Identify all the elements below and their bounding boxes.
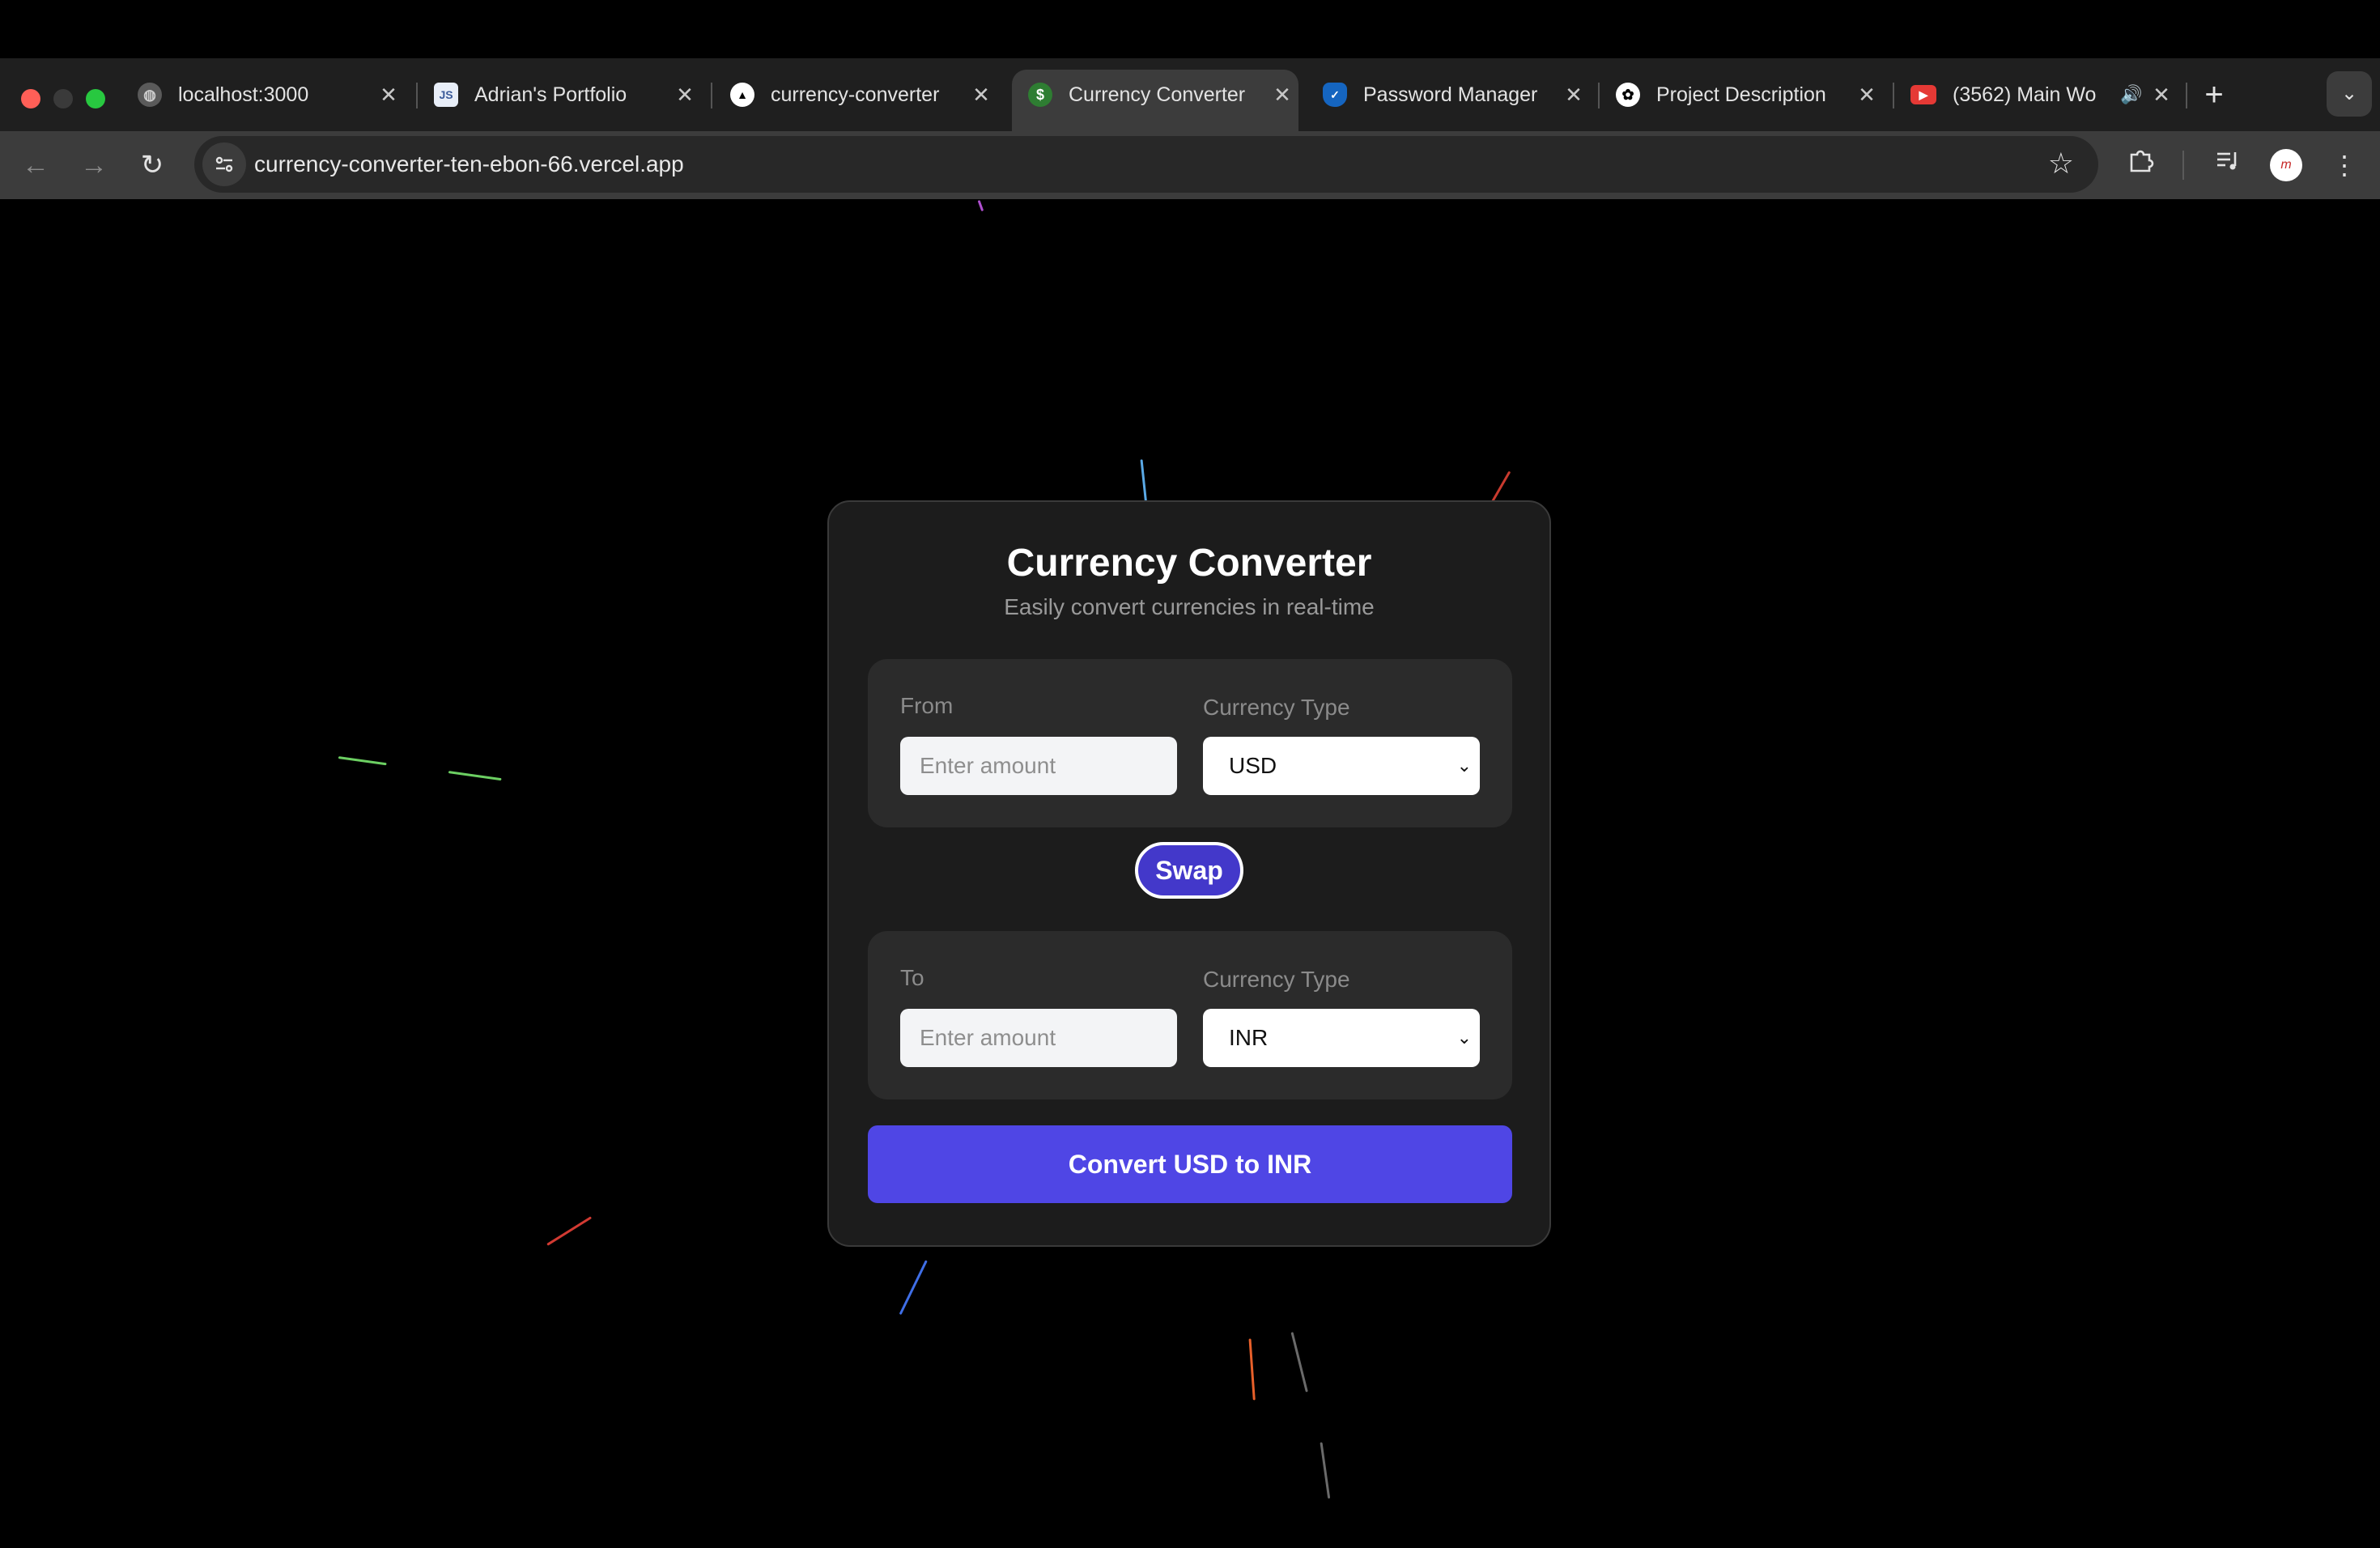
maximize-window-button[interactable] xyxy=(86,89,105,108)
tab-currency-converter-vercel[interactable]: ▲ currency-converter ✕ xyxy=(730,70,997,120)
from-currency-type-label: Currency Type xyxy=(1203,695,1350,720)
address-bar[interactable]: currency-converter-ten-ebon-66.vercel.ap… xyxy=(194,136,2098,193)
close-tab-icon[interactable]: ✕ xyxy=(372,83,405,108)
reload-button[interactable]: ↻ xyxy=(131,144,173,186)
tab-project-description[interactable]: ✿ Project Description ✕ xyxy=(1616,70,1883,120)
forward-button[interactable]: → xyxy=(73,144,115,186)
tab-localhost[interactable]: ◍ localhost:3000 ✕ xyxy=(138,70,405,120)
close-tab-icon[interactable]: ✕ xyxy=(669,83,701,108)
from-amount-input[interactable] xyxy=(900,737,1177,795)
tab-youtube[interactable]: ▶ (3562) Main Wo 🔊 ✕ xyxy=(1910,70,2178,120)
site-info-icon[interactable] xyxy=(202,142,246,186)
background-streak xyxy=(1290,1332,1308,1393)
extensions-icon[interactable] xyxy=(2119,144,2161,186)
from-currency-select[interactable]: USD ⌄ xyxy=(1203,737,1480,795)
close-tab-icon[interactable]: ✕ xyxy=(1266,83,1298,108)
chevron-down-icon: ⌄ xyxy=(1456,755,1472,776)
media-control-icon[interactable] xyxy=(2207,144,2249,186)
tab-separator xyxy=(416,83,418,108)
close-tab-icon[interactable]: ✕ xyxy=(965,83,997,108)
portfolio-icon: JS xyxy=(434,83,458,107)
more-menu-icon[interactable]: ⋮ xyxy=(2323,144,2365,186)
background-streak xyxy=(1248,1338,1256,1401)
to-panel: To Currency Type INR ⌄ xyxy=(868,931,1512,1099)
from-panel: From Currency Type USD ⌄ xyxy=(868,659,1512,827)
chevron-down-icon: ⌄ xyxy=(1456,1027,1472,1048)
tab-strip: ◍ localhost:3000 ✕ JS Adrian's Portfolio… xyxy=(0,58,2380,131)
swap-button[interactable]: Swap xyxy=(1135,842,1243,899)
page-subtitle: Easily convert currencies in real-time xyxy=(1004,594,1375,619)
tab-separator xyxy=(1598,83,1600,108)
url-text: currency-converter-ten-ebon-66.vercel.ap… xyxy=(254,151,684,176)
openai-icon: ✿ xyxy=(1616,83,1640,107)
tab-currency-converter[interactable]: $ Currency Converter ✕ xyxy=(1012,70,1298,131)
audio-playing-icon[interactable]: 🔊 xyxy=(2118,84,2145,105)
background-streak xyxy=(1320,1442,1331,1499)
page-title: Currency Converter xyxy=(1006,542,1372,585)
background-streak xyxy=(977,199,984,212)
bookmark-star-icon[interactable]: ☆ xyxy=(2048,147,2074,181)
toolbar-separator xyxy=(2182,151,2184,180)
vercel-icon: ▲ xyxy=(730,83,754,107)
to-amount-input[interactable] xyxy=(900,1009,1177,1067)
tab-separator xyxy=(1893,83,1894,108)
close-tab-icon[interactable]: ✕ xyxy=(1851,83,1883,108)
background-streak xyxy=(338,756,387,766)
to-label: To xyxy=(900,965,924,990)
converter-card: Currency Converter Easily convert curren… xyxy=(827,500,1551,1247)
tab-separator xyxy=(2186,83,2187,108)
background-streak xyxy=(546,1216,593,1246)
from-label: From xyxy=(900,693,954,718)
page-viewport: Currency Converter Easily convert curren… xyxy=(0,199,2380,1548)
tab-password-manager[interactable]: ✓ Password Manager ✕ xyxy=(1323,70,1590,120)
new-tab-button[interactable]: + xyxy=(2194,74,2234,115)
tab-adrians-portfolio[interactable]: JS Adrian's Portfolio ✕ xyxy=(434,70,701,120)
to-currency-type-label: Currency Type xyxy=(1203,967,1350,992)
tab-search-button[interactable]: ⌄ xyxy=(2327,71,2372,117)
background-streak xyxy=(899,1260,928,1316)
currency-icon: $ xyxy=(1028,83,1052,107)
to-currency-value: INR xyxy=(1229,1025,1269,1050)
youtube-icon: ▶ xyxy=(1910,85,1936,104)
close-window-button[interactable] xyxy=(21,89,40,108)
browser-toolbar: ← → ↻ currency-converter-ten-ebon-66.ver… xyxy=(0,131,2380,199)
profile-avatar[interactable]: m xyxy=(2270,149,2302,181)
background-streak xyxy=(448,771,502,781)
minimize-window-button[interactable] xyxy=(53,89,73,108)
globe-icon: ◍ xyxy=(138,83,162,107)
close-tab-icon[interactable]: ✕ xyxy=(2145,83,2178,108)
from-currency-value: USD xyxy=(1229,753,1277,778)
to-currency-select[interactable]: INR ⌄ xyxy=(1203,1009,1480,1067)
back-button[interactable]: ← xyxy=(15,144,57,186)
convert-button[interactable]: Convert USD to INR xyxy=(868,1125,1512,1203)
tab-separator xyxy=(711,83,712,108)
shield-icon: ✓ xyxy=(1323,83,1347,107)
close-tab-icon[interactable]: ✕ xyxy=(1558,83,1590,108)
